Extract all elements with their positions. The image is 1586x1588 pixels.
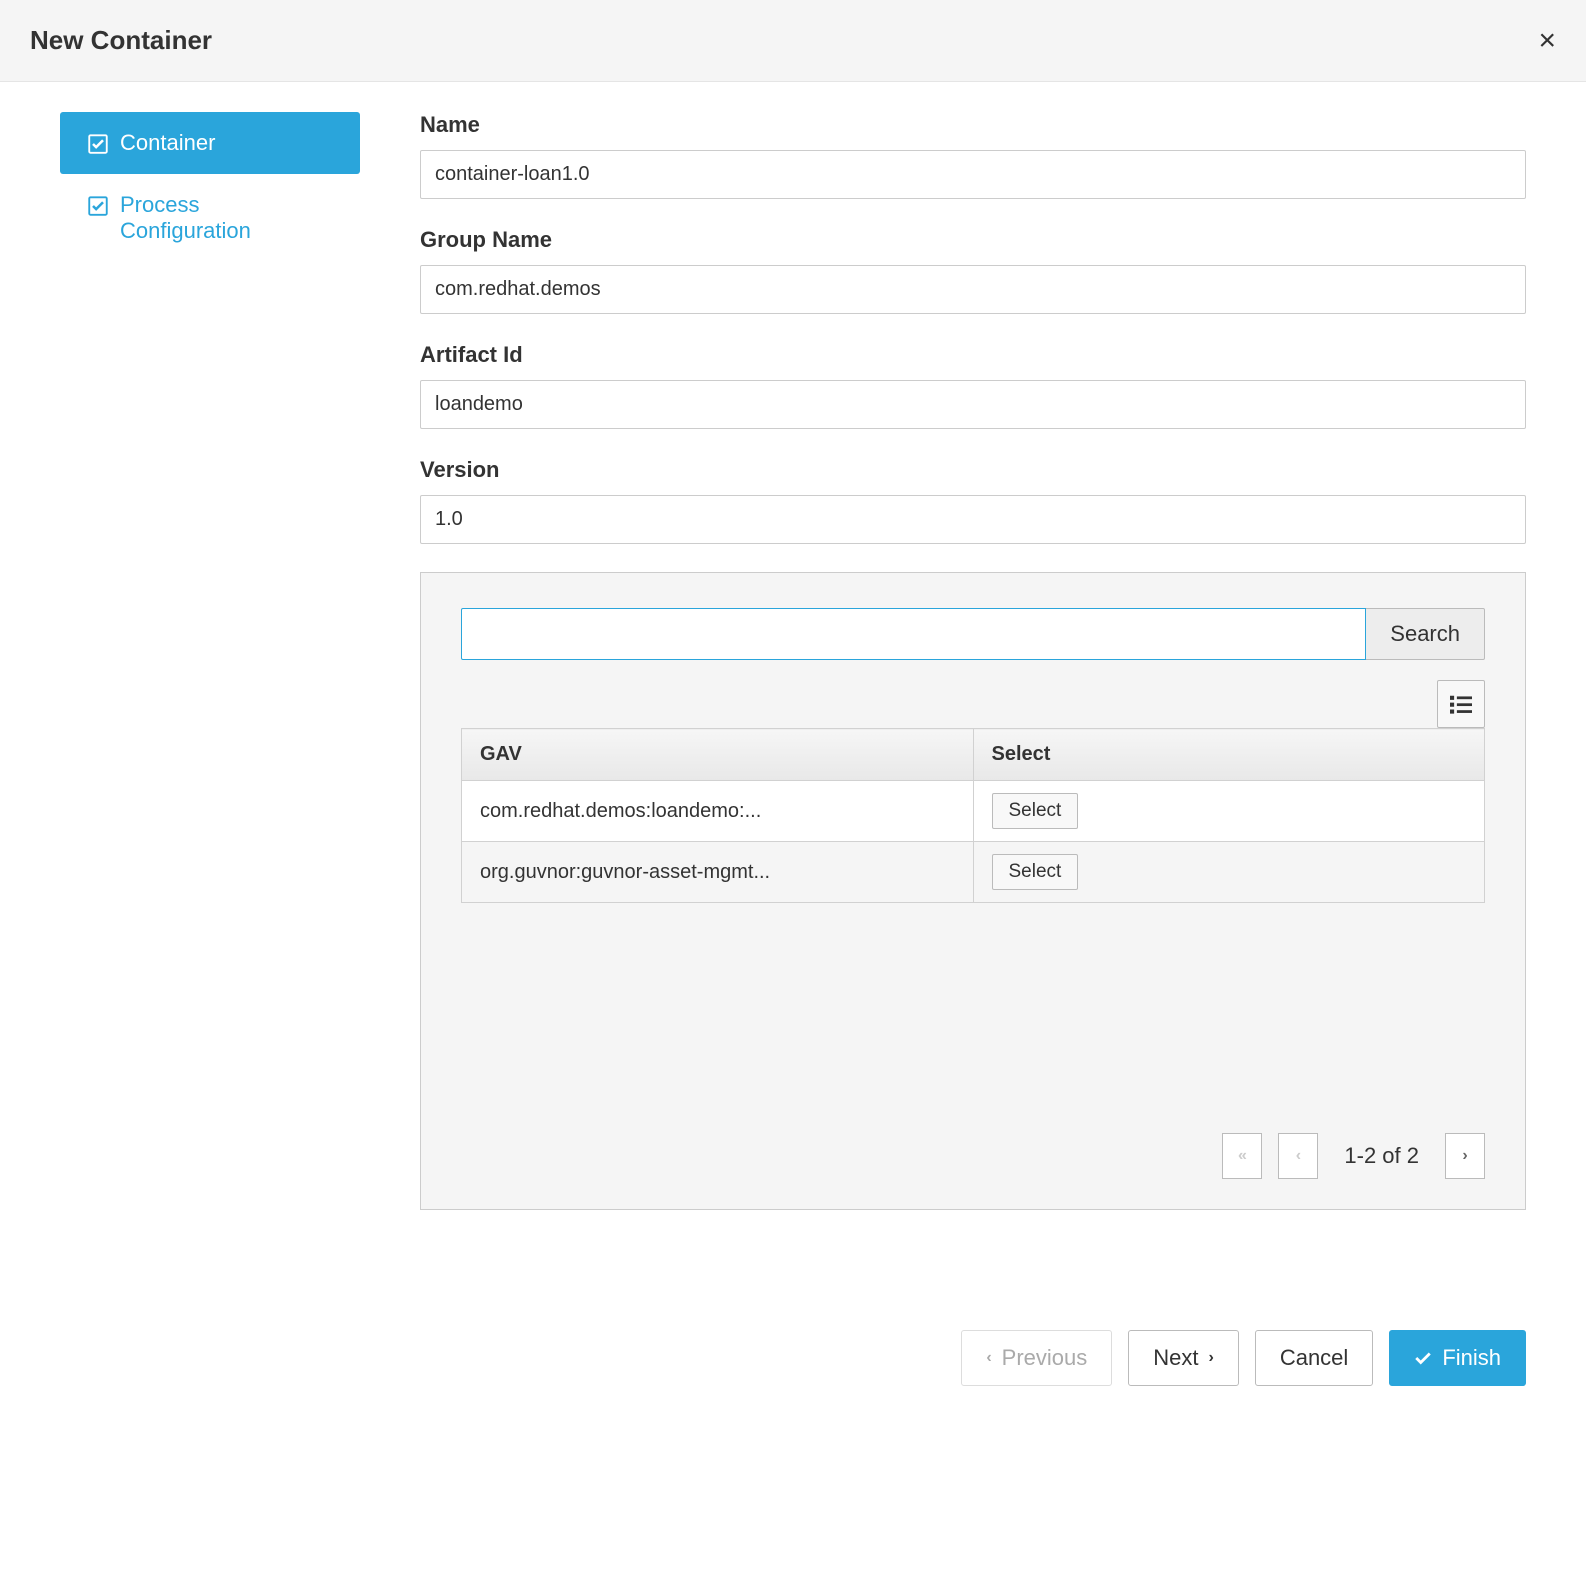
name-input[interactable] (420, 150, 1526, 199)
search-input[interactable] (461, 608, 1366, 660)
form-group-version: Version (420, 457, 1526, 544)
next-page-button[interactable]: › (1445, 1133, 1485, 1179)
table-row: com.redhat.demos:loandemo:... Select (462, 781, 1485, 842)
select-button[interactable]: Select (992, 793, 1079, 829)
label-group-name: Group Name (420, 227, 1526, 253)
first-page-button[interactable]: « (1222, 1133, 1262, 1179)
sidebar-item-label: Process Configuration (120, 192, 332, 244)
close-icon[interactable]: × (1538, 26, 1556, 56)
chevron-double-left-icon: « (1238, 1147, 1247, 1165)
wizard-sidebar: Container Process Configuration (60, 112, 360, 1210)
button-label: Previous (1002, 1345, 1088, 1371)
sidebar-item-container[interactable]: Container (60, 112, 360, 174)
search-panel: Search (420, 572, 1526, 1210)
check-icon (88, 196, 108, 216)
label-artifact-id: Artifact Id (420, 342, 1526, 368)
cell-gav: com.redhat.demos:loandemo:... (462, 781, 974, 842)
search-button[interactable]: Search (1366, 608, 1485, 660)
button-label: Cancel (1280, 1345, 1348, 1371)
list-view-button[interactable] (1437, 680, 1485, 728)
chevron-right-icon: › (1462, 1147, 1467, 1165)
column-header-gav[interactable]: GAV (462, 729, 974, 781)
previous-page-button[interactable]: ‹ (1278, 1133, 1318, 1179)
sidebar-item-label: Container (120, 130, 215, 156)
modal-footer: ‹ Previous Next › Cancel Finish (0, 1300, 1586, 1426)
button-label: Finish (1442, 1345, 1501, 1371)
results-table: GAV Select com.redhat.demos:loandemo:...… (461, 728, 1485, 903)
sidebar-item-process-configuration[interactable]: Process Configuration (60, 174, 360, 262)
results-table-wrapper: GAV Select com.redhat.demos:loandemo:...… (461, 728, 1485, 903)
modal-title: New Container (30, 25, 212, 56)
version-input[interactable] (420, 495, 1526, 544)
list-icon (1450, 693, 1472, 715)
next-button[interactable]: Next › (1128, 1330, 1239, 1386)
chevron-right-icon: › (1209, 1349, 1214, 1367)
cancel-button[interactable]: Cancel (1255, 1330, 1373, 1386)
check-icon (1414, 1349, 1432, 1367)
select-button[interactable]: Select (992, 854, 1079, 890)
table-row: org.guvnor:guvnor-asset-mgmt... Select (462, 842, 1485, 903)
artifact-id-input[interactable] (420, 380, 1526, 429)
form-group-name: Name (420, 112, 1526, 199)
chevron-left-icon: ‹ (1296, 1147, 1301, 1165)
form-group-artifact-id: Artifact Id (420, 342, 1526, 429)
modal-body: Container Process Configuration Name Gro… (0, 82, 1586, 1240)
cell-select: Select (973, 842, 1485, 903)
page-info: 1-2 of 2 (1344, 1143, 1419, 1169)
main-content: Name Group Name Artifact Id Version Sear… (420, 112, 1526, 1210)
label-version: Version (420, 457, 1526, 483)
cell-gav: org.guvnor:guvnor-asset-mgmt... (462, 842, 974, 903)
cell-select: Select (973, 781, 1485, 842)
group-name-input[interactable] (420, 265, 1526, 314)
finish-button[interactable]: Finish (1389, 1330, 1526, 1386)
check-icon (88, 134, 108, 154)
previous-button[interactable]: ‹ Previous (961, 1330, 1112, 1386)
pagination: « ‹ 1-2 of 2 › (461, 1133, 1485, 1179)
label-name: Name (420, 112, 1526, 138)
search-row: Search (461, 608, 1485, 660)
column-header-select[interactable]: Select (973, 729, 1485, 781)
button-label: Next (1153, 1345, 1198, 1371)
list-toggle-row (461, 680, 1485, 728)
chevron-left-icon: ‹ (986, 1349, 991, 1367)
form-group-group-name: Group Name (420, 227, 1526, 314)
modal-header: New Container × (0, 0, 1586, 82)
